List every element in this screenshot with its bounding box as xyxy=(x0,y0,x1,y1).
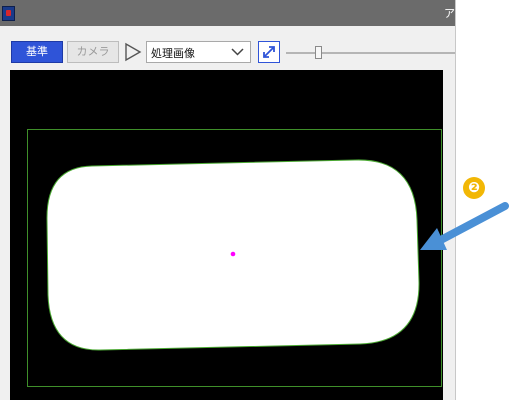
detected-shape xyxy=(46,159,420,351)
toolbar: 基準 カメラ 処理画像 xyxy=(0,26,455,70)
expand-button[interactable] xyxy=(258,41,280,63)
base-button[interactable]: 基準 xyxy=(11,41,63,63)
center-marker xyxy=(230,251,236,257)
view-select[interactable]: 処理画像 xyxy=(146,41,251,63)
chevron-down-icon xyxy=(231,48,244,56)
view-select-value: 処理画像 xyxy=(151,47,195,60)
camera-window: ア 基準 カメラ 処理画像 xyxy=(0,0,456,400)
image-viewport[interactable] xyxy=(10,70,443,400)
callout-arrow-icon xyxy=(420,202,509,250)
step-number-badge: ❷ xyxy=(463,177,485,199)
play-icon[interactable] xyxy=(123,41,143,63)
app-icon xyxy=(2,6,15,21)
zoom-slider-thumb[interactable] xyxy=(315,46,322,59)
window-title: ア xyxy=(444,7,455,20)
title-bar: ア xyxy=(0,0,455,26)
camera-button[interactable]: カメラ xyxy=(67,41,119,63)
zoom-slider-track[interactable] xyxy=(286,52,455,54)
expand-icon xyxy=(263,46,275,58)
